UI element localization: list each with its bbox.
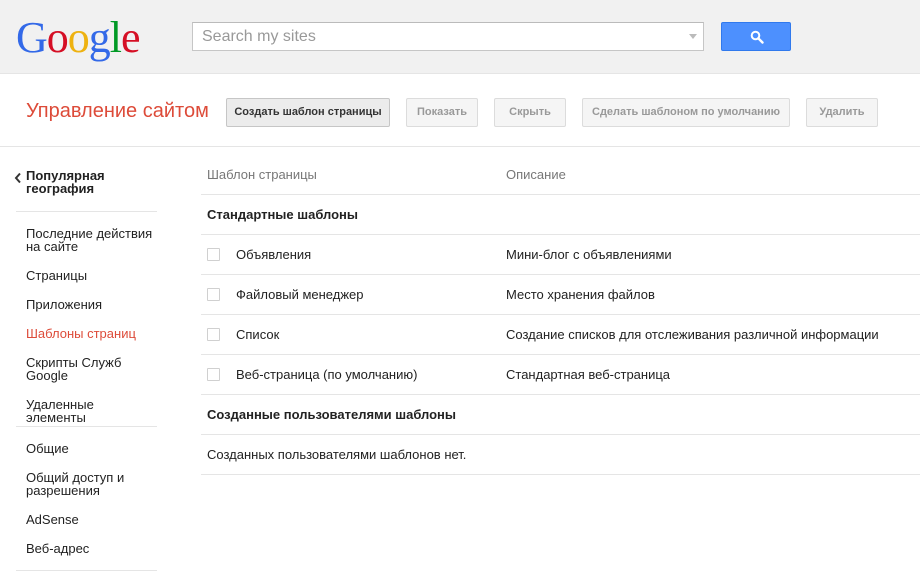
page-title: Управление сайтом: [26, 100, 209, 122]
template-name[interactable]: Объявления: [236, 247, 311, 262]
logo-letter: o: [67, 13, 90, 62]
row-divider: [201, 474, 920, 475]
logo-letter: G: [16, 13, 48, 62]
top-bar: Google: [0, 0, 920, 74]
template-name[interactable]: Веб-страница (по умолчанию): [236, 367, 417, 382]
template-name[interactable]: Файловый менеджер: [236, 287, 364, 302]
row-divider: [201, 434, 920, 435]
template-description: Место хранения файлов: [506, 287, 655, 302]
delete-button[interactable]: Удалить: [806, 98, 878, 127]
row-divider: [201, 314, 920, 315]
template-description: Мини-блог с объявлениями: [506, 247, 672, 262]
section-standard-templates: Стандартные шаблоны: [207, 207, 359, 222]
site-name: Популярная география: [26, 168, 105, 196]
row-checkbox[interactable]: [207, 368, 220, 381]
column-header-description: Описание: [506, 167, 566, 182]
row-divider: [201, 274, 920, 275]
sidebar-item-recent-activity[interactable]: Последние действия на сайте: [26, 227, 156, 253]
sidebar-item-apps-scripts[interactable]: Скрипты Служб Google: [26, 356, 156, 382]
logo-letter: l: [109, 13, 122, 62]
show-button[interactable]: Показать: [406, 98, 478, 127]
sidebar-divider: [16, 426, 157, 427]
sidebar-item-sharing[interactable]: Общий доступ и разрешения: [26, 471, 156, 497]
row-divider: [201, 354, 920, 355]
create-template-button[interactable]: Создать шаблон страницы: [226, 98, 390, 127]
section-user-templates: Созданные пользователями шаблоны: [207, 407, 457, 422]
row-checkbox[interactable]: [207, 288, 220, 301]
search-dropdown-arrow-icon[interactable]: [689, 34, 697, 39]
make-default-button[interactable]: Сделать шаблоном по умолчанию: [582, 98, 790, 127]
google-logo[interactable]: Google: [16, 13, 141, 62]
column-header-template: Шаблон страницы: [207, 167, 317, 182]
logo-letter: e: [121, 13, 141, 62]
logo-letter: g: [88, 13, 111, 62]
search-input[interactable]: [193, 23, 678, 50]
search-box: [192, 22, 704, 51]
search-icon: [750, 30, 764, 44]
sidebar-item-general[interactable]: Общие: [26, 442, 156, 455]
sidebar-divider: [16, 211, 157, 212]
template-name[interactable]: Список: [236, 327, 279, 342]
sidebar-item-pages[interactable]: Страницы: [26, 269, 156, 282]
sidebar-item-web-address[interactable]: Веб-адрес: [26, 542, 156, 555]
sidebar-item-adsense[interactable]: AdSense: [26, 513, 156, 526]
sidebar-item-page-templates[interactable]: Шаблоны страниц: [26, 327, 156, 340]
template-description: Стандартная веб-страница: [506, 367, 671, 382]
row-divider: [201, 394, 920, 395]
row-checkbox[interactable]: [207, 328, 220, 341]
search-button[interactable]: [721, 22, 791, 51]
row-divider: [201, 194, 920, 195]
header-divider: [0, 146, 920, 147]
sidebar-divider: [16, 570, 157, 571]
row-checkbox[interactable]: [207, 248, 220, 261]
template-description: Создание списков для отслеживания различ…: [506, 327, 879, 342]
sidebar-item-attachments[interactable]: Приложения: [26, 298, 156, 311]
sidebar-item-deleted-items[interactable]: Удаленные элементы: [26, 398, 156, 424]
empty-user-templates-message: Созданных пользователями шаблонов нет.: [207, 447, 467, 462]
chevron-left-icon: [14, 172, 21, 184]
row-divider: [201, 234, 920, 235]
logo-letter: o: [46, 13, 69, 62]
hide-button[interactable]: Скрыть: [494, 98, 566, 127]
